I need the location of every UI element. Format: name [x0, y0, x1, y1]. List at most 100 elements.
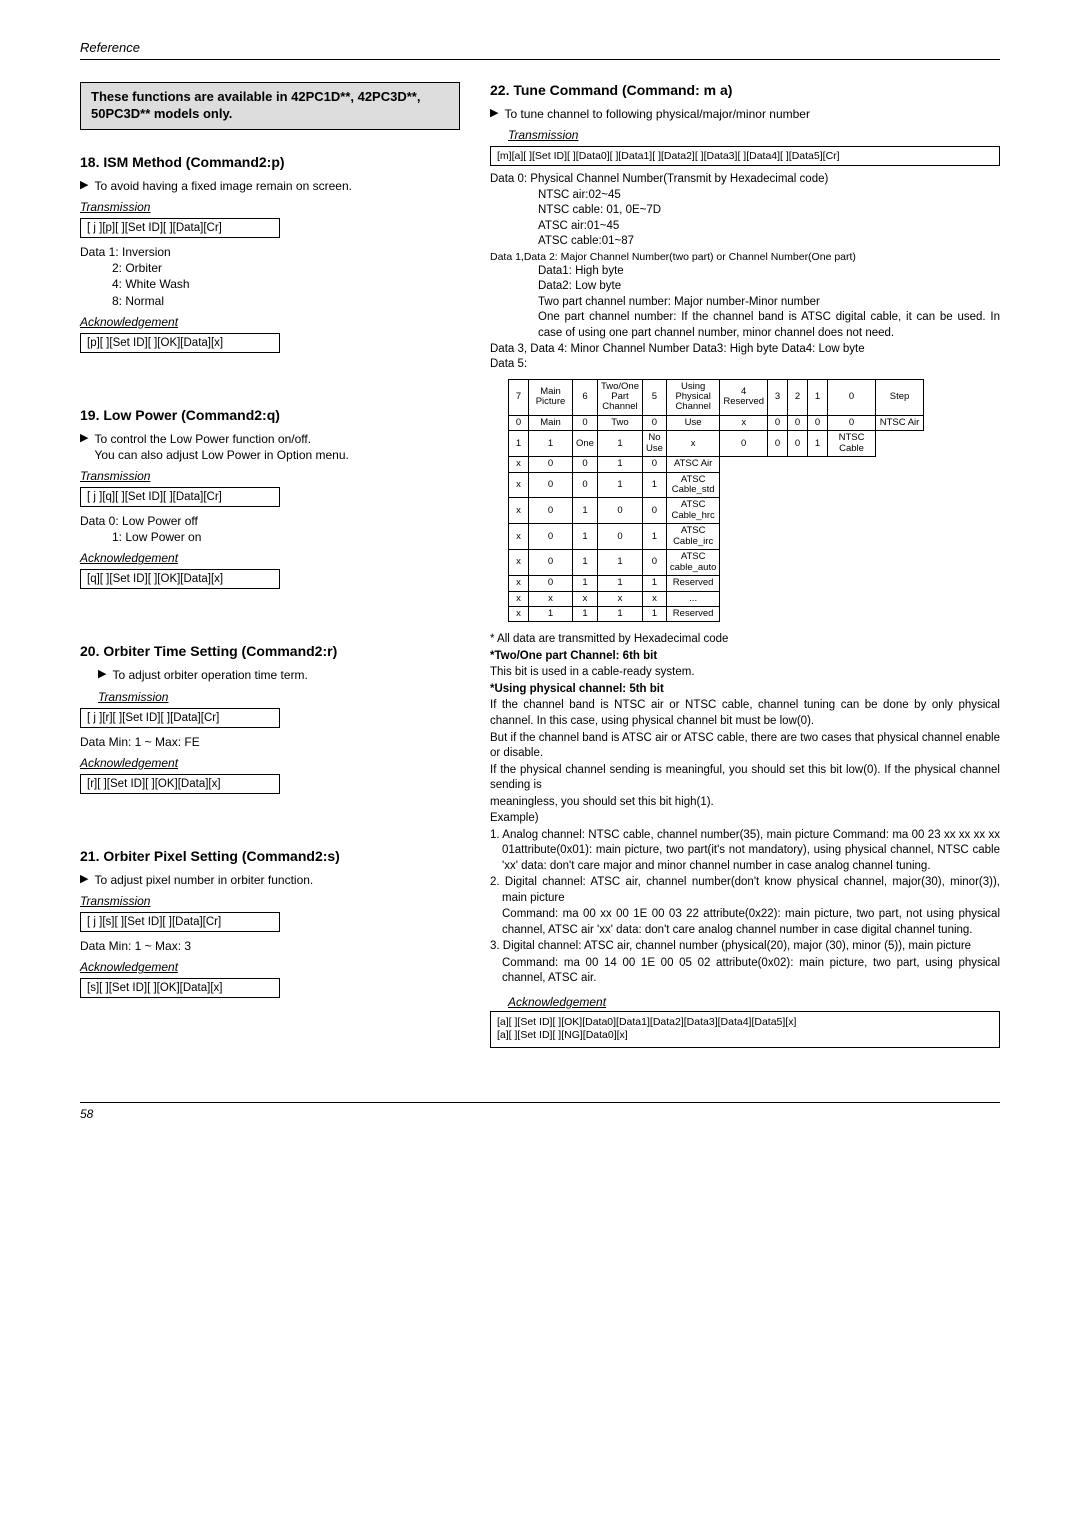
table-cell: 0 — [573, 415, 598, 430]
note-line: Command: ma 00 14 00 1E 00 05 02 attribu… — [490, 956, 1000, 987]
table-cell: 1 — [643, 524, 667, 550]
ack-label: Acknowledgement — [80, 960, 460, 974]
desc-line: To control the Low Power function on/off… — [94, 432, 311, 446]
note-line: 3. Digital channel: ATSC air, channel nu… — [490, 939, 1000, 955]
notes-block: * All data are transmitted by Hexadecima… — [490, 632, 1000, 986]
table-cell: 7 — [509, 379, 529, 415]
section-title: 18. ISM Method (Command2:p) — [80, 154, 460, 170]
transmission-label: Transmission — [80, 200, 460, 214]
ack-line: [a][ ][Set ID][ ][OK][Data0][Data1][Data… — [497, 1016, 993, 1030]
section-desc: To tune channel to following physical/ma… — [504, 106, 810, 122]
note-line: *Using physical channel: 5th bit — [490, 682, 1000, 698]
table-cell: One — [573, 431, 598, 457]
table-row: x0100ATSC Cable_hrc — [509, 498, 924, 524]
section-desc: To avoid having a fixed image remain on … — [94, 178, 351, 194]
data-block: Data Min: 1 ~ Max: FE — [80, 734, 460, 750]
table-cell: No Use — [643, 431, 667, 457]
table-cell: 0 — [573, 472, 598, 498]
table-cell: 1 — [573, 498, 598, 524]
table-cell: 1 — [573, 524, 598, 550]
data-line: 1: Low Power on — [80, 529, 460, 545]
table-cell: 0 — [529, 576, 573, 591]
transmission-label: Transmission — [80, 469, 460, 483]
data-line: Data Min: 1 ~ Max: FE — [80, 734, 460, 750]
table-cell: 0 — [808, 415, 828, 430]
note-line: 1. Analog channel: NTSC cable, channel n… — [490, 828, 1000, 875]
data-line: Data Min: 1 ~ Max: 3 — [80, 938, 460, 954]
table-cell: 0 — [643, 457, 667, 472]
table-cell: Reserved — [666, 576, 719, 591]
arrow-icon: ▶ — [80, 431, 88, 463]
table-row: x1111Reserved — [509, 606, 924, 621]
table-cell: Reserved — [666, 606, 719, 621]
table-cell: x — [509, 606, 529, 621]
bit-table: 7 Main Picture 6 Two/One Part Channel 5 … — [508, 379, 924, 623]
section-header: Reference — [80, 40, 1000, 60]
table-row: 11One1No Usex0001NTSC Cable — [509, 431, 924, 457]
page-number: 58 — [80, 1107, 93, 1121]
ack-code: [p][ ][Set ID][ ][OK][Data][x] — [80, 333, 280, 353]
table-cell: Two/One Part Channel — [597, 379, 642, 415]
table-cell: Two — [597, 415, 642, 430]
note-line: This bit is used in a cable-ready system… — [490, 665, 1000, 681]
ack-code: [s][ ][Set ID][ ][OK][Data][x] — [80, 978, 280, 998]
table-cell: x — [509, 524, 529, 550]
table-cell: 3 — [768, 379, 788, 415]
data-line: ATSC air:01~45 — [490, 219, 1000, 235]
table-cell: Use — [666, 415, 719, 430]
table-cell: x — [509, 457, 529, 472]
transmission-label: Transmission — [80, 690, 460, 704]
arrow-icon: ▶ — [98, 667, 106, 683]
transmission-code: [ j ][p][ ][Set ID][ ][Data][Cr] — [80, 218, 280, 238]
table-header-row: 7 Main Picture 6 Two/One Part Channel 5 … — [509, 379, 924, 415]
table-cell: 1 — [643, 606, 667, 621]
transmission-label: Transmission — [80, 894, 460, 908]
section-desc: To control the Low Power function on/off… — [94, 431, 348, 463]
transmission-code: [m][a][ ][Set ID][ ][Data0][ ][Data1][ ]… — [490, 146, 1000, 166]
note-line: But if the channel band is ATSC air or A… — [490, 731, 1000, 762]
table-cell: 4 Reserved — [720, 379, 768, 415]
table-cell: Main Picture — [529, 379, 573, 415]
table-cell: 0 — [529, 550, 573, 576]
table-cell: 0 — [788, 415, 808, 430]
note-line: If the physical channel sending is meani… — [490, 763, 1000, 794]
section-title: 19. Low Power (Command2:q) — [80, 407, 460, 423]
ack-label: Acknowledgement — [80, 756, 460, 770]
arrow-icon: ▶ — [80, 178, 88, 194]
data-line: Data 1: Inversion — [80, 244, 460, 260]
table-cell: 0 — [643, 498, 667, 524]
table-row: 0Main0Two0Usex0000NTSC Air — [509, 415, 924, 430]
table-cell: 0 — [529, 524, 573, 550]
table-cell: x — [720, 415, 768, 430]
table-cell: 0 — [828, 379, 876, 415]
note-line: meaningless, you should set this bit hig… — [490, 795, 1000, 811]
table-cell: Step — [876, 379, 924, 415]
table-cell: 1 — [573, 606, 598, 621]
arrow-icon: ▶ — [490, 106, 498, 122]
table-cell: 1 — [808, 379, 828, 415]
table-cell: 0 — [788, 431, 808, 457]
table-cell: x — [666, 431, 719, 457]
table-cell: x — [509, 550, 529, 576]
data-line: NTSC cable: 01, 0E~7D — [490, 203, 1000, 219]
data-block: Data 0: Low Power off 1: Low Power on — [80, 513, 460, 545]
transmission-code: [ j ][s][ ][Set ID][ ][Data][Cr] — [80, 912, 280, 932]
data-line: Data2: Low byte — [490, 279, 1000, 295]
note-line: *Two/One part Channel: 6th bit — [490, 649, 1000, 665]
table-cell: 1 — [573, 576, 598, 591]
data-line: Data 5: — [490, 357, 1000, 373]
data-block: Data 0: Physical Channel Number(Transmit… — [490, 172, 1000, 372]
right-column: 22. Tune Command (Command: m a) ▶To tune… — [490, 82, 1000, 1082]
table-cell: 1 — [597, 576, 642, 591]
table-cell: 2 — [788, 379, 808, 415]
note-line: Example) — [490, 811, 1000, 827]
table-cell: 0 — [597, 498, 642, 524]
table-cell: 0 — [643, 550, 667, 576]
table-row: x0111Reserved — [509, 576, 924, 591]
ack-code: [r][ ][Set ID][ ][OK][Data][x] — [80, 774, 280, 794]
table-cell: x — [573, 591, 598, 606]
table-cell: x — [509, 591, 529, 606]
table-cell: x — [643, 591, 667, 606]
data-line: One part channel number: If the channel … — [490, 310, 1000, 341]
table-cell: 1 — [597, 431, 642, 457]
